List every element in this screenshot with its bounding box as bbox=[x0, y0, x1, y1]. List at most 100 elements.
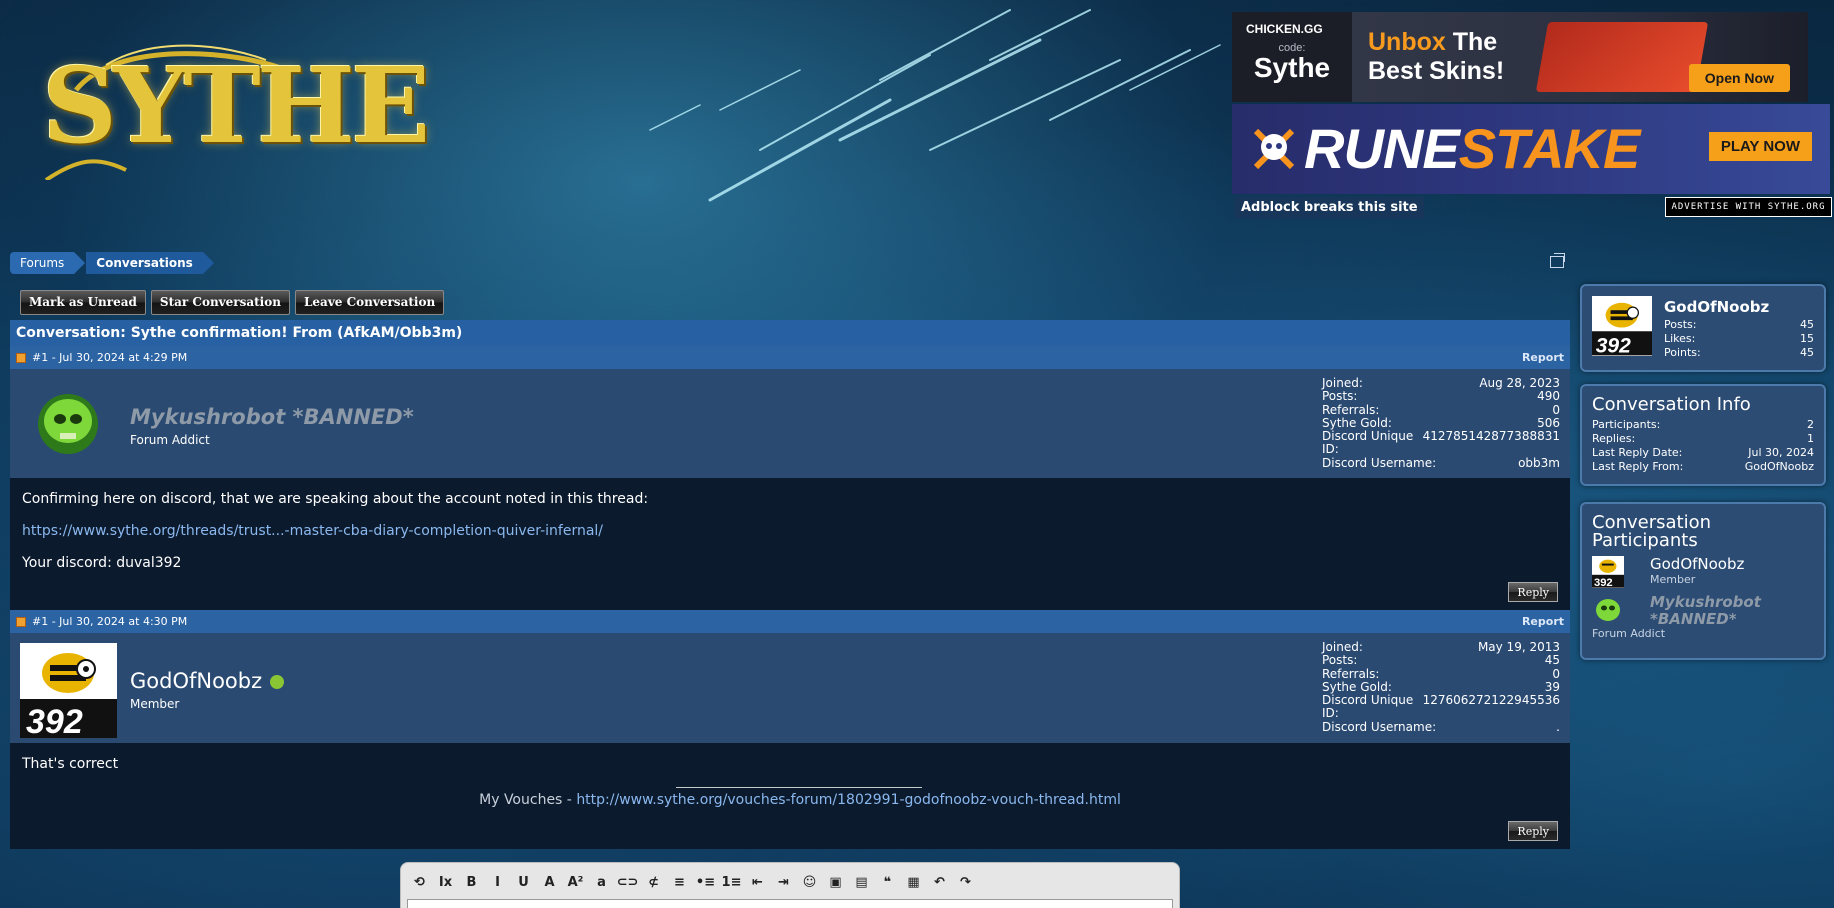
advertise-link[interactable]: ADVERTISE WITH SYTHE.ORG bbox=[1665, 197, 1832, 217]
site-logo[interactable]: SYTHE bbox=[36, 30, 430, 180]
svg-text:392: 392 bbox=[1596, 334, 1631, 356]
undo-icon[interactable]: ↶ bbox=[931, 874, 948, 891]
info-row: Participants: 2 bbox=[1592, 418, 1814, 431]
sidebar-username[interactable]: GodOfNoobz bbox=[1664, 298, 1769, 316]
star-conversation-button[interactable]: Star Conversation bbox=[150, 290, 290, 315]
indent-icon[interactable]: ⇥ bbox=[775, 874, 792, 891]
avatar[interactable] bbox=[30, 391, 106, 457]
skull-crossbones-icon bbox=[1253, 128, 1295, 170]
reply-button[interactable]: Reply bbox=[1508, 821, 1558, 841]
bee-avatar-icon: 392 bbox=[1592, 559, 1624, 588]
report-link[interactable]: Report bbox=[1522, 351, 1564, 364]
underline-icon[interactable]: U bbox=[515, 874, 532, 891]
sidebar-participants: Conversation Participants 392 GodOfNoobz… bbox=[1580, 502, 1826, 660]
breadcrumb: Forums Conversations bbox=[10, 252, 215, 274]
ad1-code-value: Sythe bbox=[1253, 52, 1331, 83]
font-color-icon[interactable]: A bbox=[541, 874, 558, 891]
report-link[interactable]: Report bbox=[1522, 615, 1564, 628]
participant-title: Forum Addict bbox=[1592, 627, 1666, 640]
smilie-icon[interactable]: ☺ bbox=[801, 874, 818, 891]
info-row: Last Reply Date: Jul 30, 2024 bbox=[1592, 446, 1814, 459]
align-icon[interactable]: ≡ bbox=[671, 874, 688, 891]
ad1-brand: CHICKEN.GG bbox=[1246, 22, 1323, 36]
svg-text:392: 392 bbox=[1594, 577, 1613, 588]
vouch-link[interactable]: http://www.sythe.org/vouches-forum/18029… bbox=[576, 792, 1121, 808]
post-user-info: Mykushrobot *BANNED* Forum Addict Joined… bbox=[10, 369, 1570, 478]
remove-format-icon[interactable]: ⟲ bbox=[411, 874, 428, 891]
signature: My Vouches - http://www.sythe.org/vouche… bbox=[479, 792, 1121, 808]
post-icon bbox=[16, 352, 26, 363]
participant-avatar[interactable] bbox=[1592, 594, 1624, 626]
post-text: That's correct bbox=[22, 756, 119, 772]
leave-conversation-button[interactable]: Leave Conversation bbox=[294, 290, 445, 315]
post-body: That's correct My Vouches - http://www.s… bbox=[10, 743, 1570, 849]
redo-icon[interactable]: ↷ bbox=[957, 874, 974, 891]
post-header: #1 - Jul 30, 2024 at 4:30 PM Report bbox=[10, 610, 1570, 633]
unlink-icon[interactable]: ⊄ bbox=[645, 874, 662, 891]
ad1-open-button[interactable]: Open Now bbox=[1688, 64, 1790, 92]
breadcrumb-forums[interactable]: Forums bbox=[10, 252, 86, 274]
sidebar-conversation-info: Conversation Info Participants: 2 Replies… bbox=[1580, 384, 1826, 486]
sidebar-user-stats: Posts: 45 Likes: 15 Points: 45 bbox=[1664, 318, 1814, 359]
image-icon[interactable]: ▣ bbox=[827, 874, 844, 891]
outdent-icon[interactable]: ⇤ bbox=[749, 874, 766, 891]
mark-as-unread-button[interactable]: Mark as Unread bbox=[20, 290, 146, 315]
bold-icon[interactable]: B bbox=[463, 874, 480, 891]
editor-textarea[interactable] bbox=[407, 899, 1173, 908]
clear-format-icon[interactable]: Ix bbox=[437, 874, 454, 891]
logo-text: SYTHE bbox=[42, 44, 430, 167]
svg-text:392: 392 bbox=[26, 703, 83, 738]
ad1-skin-image-icon bbox=[1535, 22, 1709, 92]
username[interactable]: GodOfNoobz bbox=[130, 669, 262, 693]
post-body: Confirming here on discord, that we are … bbox=[10, 478, 1570, 610]
popup-icon[interactable] bbox=[1550, 253, 1565, 268]
ad1-right-panel: Unbox The Best Skins! Open Now bbox=[1352, 12, 1808, 102]
bee-avatar-icon: 392 bbox=[1592, 302, 1652, 356]
breadcrumb-conversations[interactable]: Conversations bbox=[86, 252, 214, 274]
conversation-actions: Mark as Unread Star Conversation Leave C… bbox=[20, 290, 445, 315]
post-text: Your discord: duval392 bbox=[22, 555, 182, 571]
media-icon[interactable]: ▤ bbox=[853, 874, 870, 891]
conversation-main: Conversation: Sythe confirmation! From (… bbox=[10, 320, 1570, 849]
ad2-title: RUNESTAKE bbox=[1304, 117, 1640, 180]
info-row: Replies: 1 bbox=[1592, 432, 1814, 445]
number-list-icon[interactable]: 1≡ bbox=[722, 874, 742, 891]
ad-banner-runestake[interactable]: RUNESTAKE PLAY NOW bbox=[1232, 104, 1830, 194]
signature-divider bbox=[676, 787, 922, 788]
info-row: Last Reply From: GodOfNoobz bbox=[1592, 460, 1814, 473]
participant-name[interactable]: Mykushrobot *BANNED* bbox=[1650, 594, 1814, 627]
reply-button[interactable]: Reply bbox=[1508, 582, 1558, 602]
link-icon[interactable]: ⊂⊃ bbox=[617, 874, 639, 891]
participant-item[interactable]: 392 GodOfNoobz Member bbox=[1592, 556, 1814, 588]
username[interactable]: Mykushrobot *BANNED* bbox=[130, 405, 414, 429]
sidebar-avatar[interactable]: 392 bbox=[1592, 296, 1652, 356]
participant-item[interactable]: Mykushrobot *BANNED* bbox=[1592, 594, 1814, 627]
ad2-play-button[interactable]: PLAY NOW bbox=[1708, 132, 1812, 161]
participant-name[interactable]: GodOfNoobz bbox=[1650, 556, 1744, 573]
online-status-icon bbox=[270, 675, 284, 689]
reply-editor: ⟲ Ix B I U A A² a ⊂⊃ ⊄ ≡ •≡ 1≡ ⇤ ⇥ ☺ ▣ ▤ ❝ ▦ ↶ ↷ bbox=[400, 862, 1180, 908]
post-header: #1 - Jul 30, 2024 at 4:29 PM Report bbox=[10, 346, 1570, 369]
save-draft-icon[interactable]: ▦ bbox=[905, 874, 922, 891]
participant-avatar[interactable]: 392 bbox=[1592, 556, 1624, 588]
quote-icon[interactable]: ❝ bbox=[879, 874, 896, 891]
italic-icon[interactable]: I bbox=[489, 874, 506, 891]
adblock-notice: Adblock breaks this site bbox=[1235, 197, 1424, 218]
bee-avatar-icon: 392 bbox=[20, 653, 117, 738]
font-family-icon[interactable]: a bbox=[593, 874, 610, 891]
editor-toolbar: ⟲ Ix B I U A A² a ⊂⊃ ⊄ ≡ •≡ 1≡ ⇤ ⇥ ☺ ▣ ▤ ❝ ▦ ↶ ↷ bbox=[401, 863, 1179, 901]
participant-title: Member bbox=[1650, 572, 1696, 586]
user-stats: Joined: May 19, 2013 Posts: 45 Referrals: 0… bbox=[1322, 640, 1560, 734]
ad1-left-panel: CHICKEN.GG code: Sythe bbox=[1232, 12, 1352, 102]
post-icon bbox=[16, 616, 26, 627]
post-text: Confirming here on discord, that we are … bbox=[22, 491, 649, 507]
ad-banner-chicken[interactable]: CHICKEN.GG code: Sythe Unbox The Best Sk… bbox=[1232, 12, 1808, 102]
thread-link[interactable]: https://www.sythe.org/threads/trust...-m… bbox=[22, 523, 603, 539]
post-permalink[interactable]: #1 - Jul 30, 2024 at 4:29 PM bbox=[32, 351, 187, 364]
font-size-icon[interactable]: A² bbox=[567, 874, 584, 891]
conversation-title: Conversation: Sythe confirmation! From (… bbox=[10, 320, 1570, 346]
post-permalink[interactable]: #1 - Jul 30, 2024 at 4:30 PM bbox=[32, 615, 187, 628]
user-title: Member bbox=[130, 697, 180, 711]
bullet-list-icon[interactable]: •≡ bbox=[696, 874, 715, 891]
avatar[interactable]: 392 bbox=[20, 643, 117, 738]
